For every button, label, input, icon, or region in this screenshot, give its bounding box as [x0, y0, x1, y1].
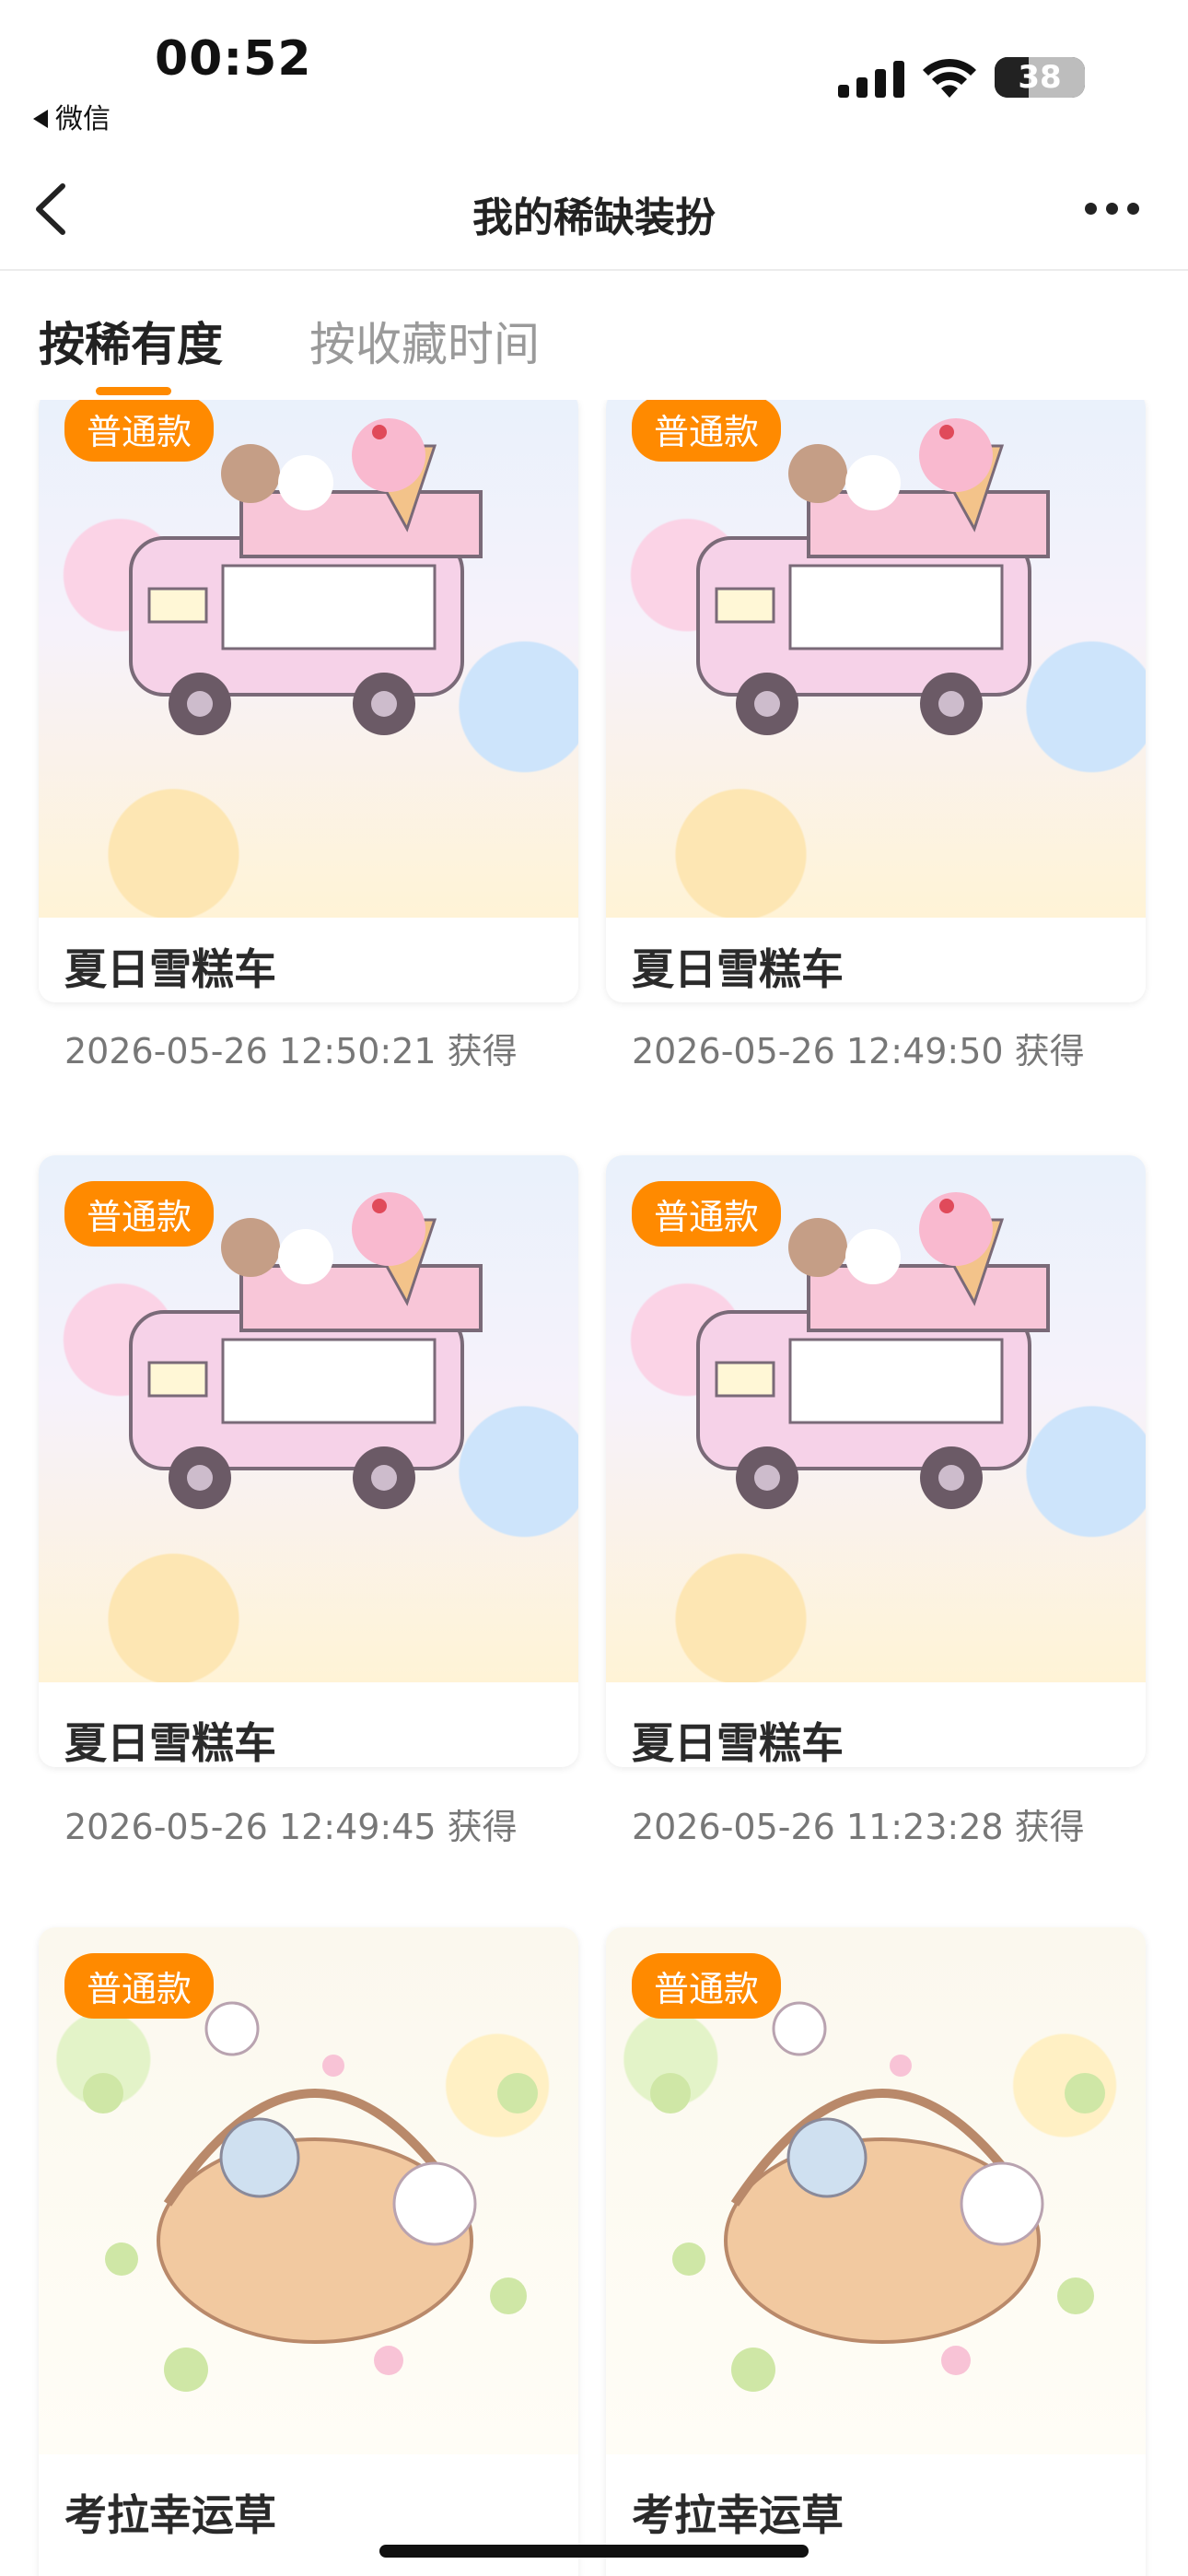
outfit-card[interactable]: 普通款 夏日雪糕车 [606, 1155, 1146, 1767]
rarity-badge: 普通款 [632, 1953, 782, 2019]
tab-by-collect-time[interactable]: 按收藏时间 [309, 308, 540, 374]
ice-cream-truck-illustration [129, 418, 483, 735]
status-time: 00:52 [155, 31, 312, 87]
ice-cream-truck-image: 普通款 [39, 400, 578, 918]
outfit-card[interactable]: 普通款 夏日雪糕车 [39, 1155, 578, 1767]
back-to-app-link[interactable]: 微信 [33, 96, 111, 136]
outfit-name: 夏日雪糕车 [64, 944, 276, 994]
outfit-acquired-date: 2026-05-26 12:49:45 获得 [64, 1807, 518, 1847]
rarity-badge: 普通款 [64, 1953, 215, 2019]
outfit-acquired-date: 2026-05-26 12:50:21 获得 [64, 1031, 518, 1071]
more-options-icon[interactable] [1085, 201, 1151, 216]
ice-cream-truck-image: 普通款 [606, 400, 1146, 918]
battery-icon: 38 [995, 57, 1085, 98]
outfit-name: 考拉幸运草 [64, 2490, 276, 2540]
outfit-acquired-date: 2026-05-26 11:23:28 获得 [632, 1807, 1085, 1847]
outfit-card[interactable]: 普通款 考拉幸运草 [606, 1927, 1146, 2576]
back-app-label: 微信 [55, 103, 111, 135]
ice-cream-truck-image: 普通款 [39, 1155, 578, 1682]
active-tab-indicator [96, 387, 171, 395]
cellular-signal-icon [838, 61, 904, 98]
outfit-grid: 普通款 夏日雪糕车 普通款 夏日雪糕车 2026-05-26 12:50:21 … [0, 400, 1188, 2576]
back-triangle-icon [33, 109, 48, 128]
wifi-icon [923, 58, 976, 98]
outfit-name: 考拉幸运草 [632, 2490, 844, 2540]
outfit-card[interactable]: 普通款 考拉幸运草 [39, 1927, 578, 2576]
outfit-name: 夏日雪糕车 [632, 1718, 844, 1767]
rarity-badge: 普通款 [632, 1181, 782, 1247]
status-bar: 00:52 微信 38 [0, 0, 1188, 147]
ice-cream-truck-image: 普通款 [606, 1155, 1146, 1682]
rarity-badge: 普通款 [64, 400, 215, 462]
outfit-acquired-date: 2026-05-26 12:49:50 获得 [632, 1031, 1085, 1071]
outfit-card[interactable]: 普通款 夏日雪糕车 [606, 400, 1146, 1002]
koala-clover-image: 普通款 [39, 1927, 578, 2454]
sort-tabs: 按稀有度 按收藏时间 [0, 271, 1188, 400]
outfit-card[interactable]: 普通款 夏日雪糕车 [39, 400, 578, 1002]
koala-clover-image: 普通款 [606, 1927, 1146, 2454]
battery-percent: 38 [1018, 59, 1062, 96]
tab-by-rarity[interactable]: 按稀有度 [39, 308, 223, 374]
outfit-name: 夏日雪糕车 [632, 944, 844, 994]
rarity-badge: 普通款 [64, 1181, 215, 1247]
rarity-badge: 普通款 [632, 400, 782, 462]
page-title: 我的稀缺装扮 [472, 194, 716, 241]
outfit-name: 夏日雪糕车 [64, 1718, 276, 1767]
home-indicator[interactable] [379, 2545, 809, 2558]
nav-bar: 我的稀缺装扮 [0, 147, 1188, 271]
ice-cream-truck-illustration [696, 418, 1050, 735]
